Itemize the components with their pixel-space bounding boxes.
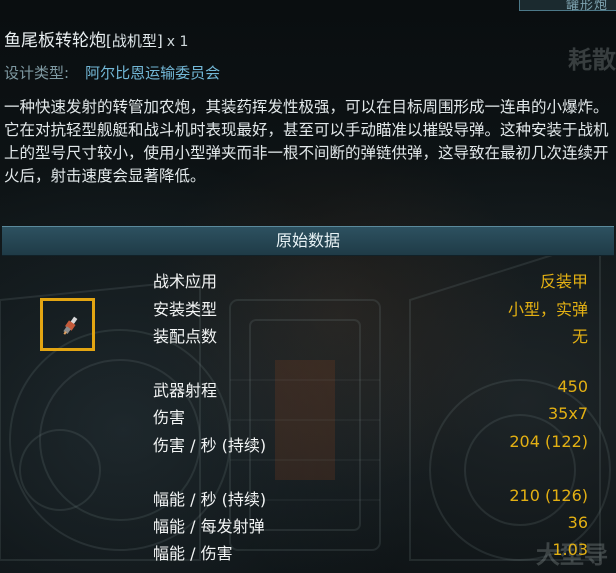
top-corner-label: 罐形炮 (565, 0, 608, 13)
top-corner-panel: 罐形炮 (519, 0, 616, 13)
stat-value: 1.03 (552, 540, 588, 559)
stat-value: 无 (571, 327, 588, 346)
stat-value: 反装甲 (539, 272, 588, 291)
stat-value: 210 (126) (509, 486, 588, 505)
weapon-tooltip: 罐形炮 耗散 大型导 鱼尾板转轮炮[战机型] x 1 设计类型: 阿尔比恩运输委员会… (0, 0, 616, 573)
design-type-value: 阿尔比恩运输委员会 (85, 64, 221, 82)
weapon-title: 鱼尾板转轮炮[战机型] x 1 (4, 26, 188, 51)
stat-value: 35x7 (547, 404, 588, 423)
stat-label: 幅能 / 伤害 (153, 544, 233, 563)
weapon-variant: [战机型] (106, 32, 163, 50)
stat-label: 伤害 (153, 408, 186, 427)
stat-label: 武器射程 (153, 381, 218, 400)
stat-label: 装配点数 (153, 327, 218, 346)
weapon-name: 鱼尾板转轮炮 (4, 31, 106, 51)
stat-label: 伤害 / 秒 (持续) (153, 436, 267, 455)
stat-label: 战术应用 (153, 272, 218, 291)
weapon-description: 一种快速发射的转管加农炮，其装药挥发性极强，可以在目标周围形成一连串的小爆炸。它… (4, 98, 609, 185)
stat-value: 36 (567, 513, 588, 532)
stats-list: 战术应用 反装甲安装类型 小型，实弹装配点数 无武器射程 450 伤害 35x7 伤害 / 秒… (0, 0, 616, 573)
design-type-row: 设计类型: 阿尔比恩运输委员会 (4, 62, 220, 83)
stat-label: 安装类型 (153, 300, 218, 319)
stat-value: 450 (557, 377, 588, 396)
stat-label: 幅能 / 每发射弹 (153, 517, 265, 536)
stat-value: 小型，实弹 (507, 300, 588, 319)
stat-value: 204 (122) (509, 432, 588, 451)
stat-label: 幅能 / 秒 (持续) (153, 490, 267, 509)
design-type-label: 设计类型: (4, 64, 70, 82)
weapon-quantity: x 1 (166, 34, 189, 50)
